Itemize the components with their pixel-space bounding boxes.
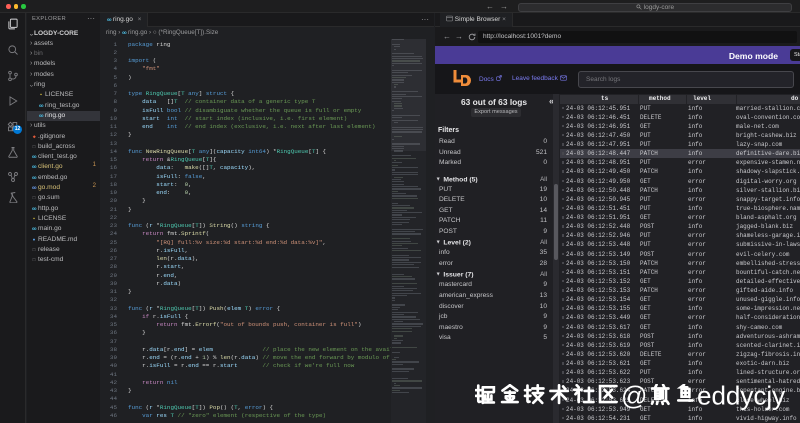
svg-text:eddycjy: eddycjy <box>697 384 785 411</box>
svg-text:@: @ <box>621 384 647 411</box>
